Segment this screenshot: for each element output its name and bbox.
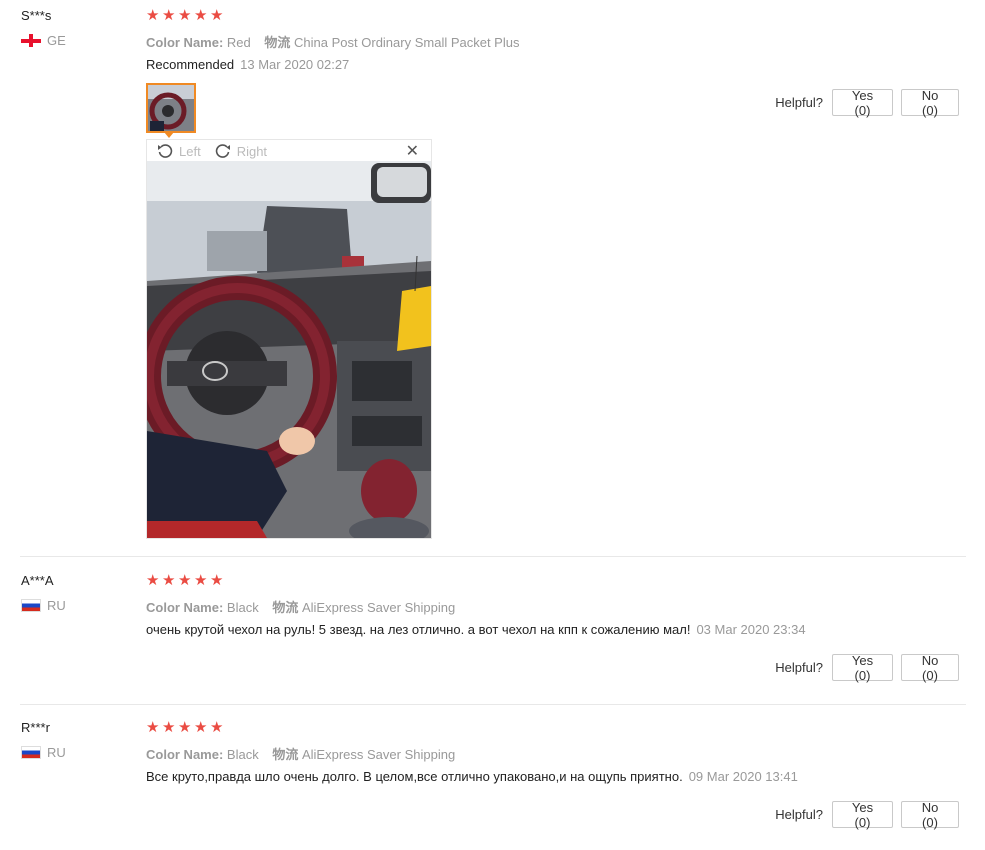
star-icon: ★ <box>162 719 176 736</box>
photo-viewer-toolbar: Left Right ✕ <box>147 140 431 162</box>
review-text: очень крутой чехол на руль! 5 звезд. на … <box>146 622 806 637</box>
helpful-yes-button[interactable]: Yes (0) <box>832 653 893 683</box>
rotate-right-label: Right <box>236 143 268 159</box>
review-date: 13 Mar 2020 02:27 <box>240 57 350 72</box>
star-icon: ★ <box>162 572 176 589</box>
star-icon: ★ <box>178 719 192 736</box>
rotate-left-label: Left <box>179 143 201 159</box>
star-icon: ★ <box>210 7 224 24</box>
star-icon: ★ <box>194 719 208 736</box>
reviewer-name: A***A <box>21 573 54 588</box>
rotate-left-icon <box>158 144 173 158</box>
shipping-value: China Post Ordinary Small Packet Plus <box>294 35 520 50</box>
star-icon: ★ <box>178 7 192 24</box>
shipping-value: AliExpress Saver Shipping <box>301 747 456 762</box>
shipping-value: AliExpress Saver Shipping <box>301 600 456 615</box>
flag-georgia-icon <box>21 34 41 47</box>
review-body: Recommended <box>146 57 235 72</box>
country-code: GE <box>47 33 66 48</box>
helpful-vote: Helpful? Yes (0) No (0) <box>775 800 959 830</box>
star-icon: ★ <box>146 719 160 736</box>
shipping-label: 物流 <box>272 747 299 762</box>
reviewer-country: RU <box>21 598 66 613</box>
order-info: Color Name: Black 物流 AliExpress Saver Sh… <box>146 597 465 616</box>
shipping-label: 物流 <box>272 600 299 615</box>
close-icon[interactable]: ✕ <box>406 141 419 161</box>
review-body: Все круто,правда шло очень долго. В цело… <box>146 769 683 784</box>
review-date: 03 Mar 2020 23:34 <box>696 622 806 637</box>
star-icon: ★ <box>194 7 208 24</box>
rotate-right-button[interactable]: Right <box>215 143 267 159</box>
star-rating: ★ ★ ★ ★ ★ <box>146 720 225 735</box>
helpful-yes-button[interactable]: Yes (0) <box>832 88 893 118</box>
reviewer-country: RU <box>21 745 66 760</box>
review-divider <box>20 704 966 705</box>
rotate-left-button[interactable]: Left <box>157 143 201 159</box>
order-info: Color Name: Red 物流 China Post Ordinary S… <box>146 32 529 51</box>
star-icon: ★ <box>194 572 208 589</box>
helpful-label: Helpful? <box>775 807 823 822</box>
country-code: RU <box>47 745 66 760</box>
color-label: Color Name: <box>146 600 224 615</box>
helpful-no-button[interactable]: No (0) <box>901 653 959 683</box>
review-text: Recommended 13 Mar 2020 02:27 <box>146 57 349 72</box>
helpful-yes-button[interactable]: Yes (0) <box>832 800 893 830</box>
star-rating: ★ ★ ★ ★ ★ <box>146 573 225 588</box>
review-text: Все круто,правда шло очень долго. В цело… <box>146 769 798 784</box>
helpful-no-button[interactable]: No (0) <box>901 88 959 118</box>
color-value: Red <box>226 35 251 50</box>
color-value: Black <box>226 600 259 615</box>
reviewer-country: GE <box>21 33 66 48</box>
helpful-label: Helpful? <box>775 660 823 675</box>
thumbnail-pointer <box>164 132 174 138</box>
photo-viewer: Left Right ✕ <box>146 139 432 539</box>
helpful-vote: Helpful? Yes (0) No (0) <box>775 653 959 683</box>
flag-russia-icon <box>21 599 41 612</box>
helpful-no-button[interactable]: No (0) <box>901 800 959 830</box>
star-icon: ★ <box>146 572 160 589</box>
review-photo <box>147 161 431 538</box>
review-body: очень крутой чехол на руль! 5 звезд. на … <box>146 622 691 637</box>
review-photo-thumbnail[interactable] <box>146 83 196 133</box>
flag-russia-icon <box>21 746 41 759</box>
helpful-vote: Helpful? Yes (0) No (0) <box>775 88 959 118</box>
color-label: Color Name: <box>146 35 224 50</box>
star-icon: ★ <box>210 719 224 736</box>
country-code: RU <box>47 598 66 613</box>
reviewer-name: R***r <box>21 720 50 735</box>
helpful-label: Helpful? <box>775 95 823 110</box>
review-date: 09 Mar 2020 13:41 <box>688 769 798 784</box>
reviewer-name: S***s <box>21 8 52 23</box>
rotate-right-icon <box>215 144 230 158</box>
star-icon: ★ <box>210 572 224 589</box>
car-interior-photo <box>147 161 431 538</box>
color-label: Color Name: <box>146 747 224 762</box>
star-icon: ★ <box>146 7 160 24</box>
thumbnail-image <box>148 85 194 131</box>
color-value: Black <box>226 747 259 762</box>
star-icon: ★ <box>178 572 192 589</box>
order-info: Color Name: Black 物流 AliExpress Saver Sh… <box>146 744 465 763</box>
review-divider <box>20 556 966 557</box>
star-icon: ★ <box>162 7 176 24</box>
star-rating: ★ ★ ★ ★ ★ <box>146 8 225 23</box>
shipping-label: 物流 <box>264 35 291 50</box>
